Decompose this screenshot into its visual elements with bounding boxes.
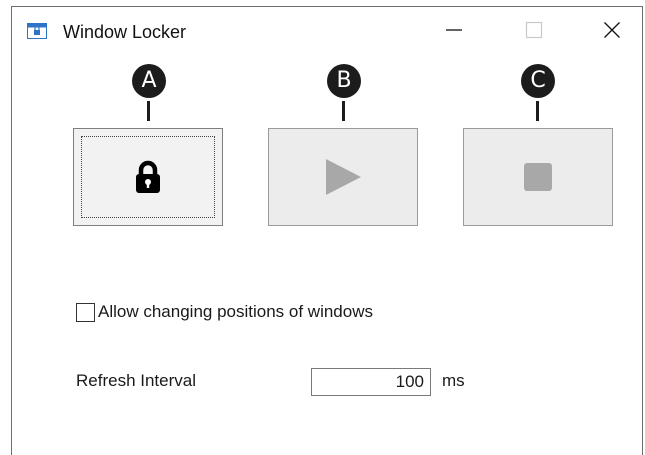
callout-badge-b: B [327,64,361,98]
close-icon [604,22,620,38]
callout-line-c [536,101,539,121]
play-icon [326,159,361,195]
focus-rectangle [81,136,215,218]
play-button[interactable] [268,128,418,226]
window-app-icon [27,23,47,39]
allow-positions-option[interactable]: Allow changing positions of windows [76,300,373,324]
stop-icon [524,163,552,191]
close-button[interactable] [584,7,640,53]
refresh-interval-input[interactable]: 100 [311,368,431,396]
lock-button[interactable] [73,128,223,226]
callout-badge-c: C [521,64,555,98]
allow-positions-checkbox[interactable] [76,302,95,322]
refresh-interval-unit: ms [442,371,465,390]
allow-positions-label: Allow changing positions of windows [98,302,373,321]
stop-button[interactable] [463,128,613,226]
title-bar[interactable]: Window Locker [12,7,642,55]
minimize-icon [446,29,462,31]
window-title: Window Locker [63,22,187,42]
callout-line-a [147,101,150,121]
maximize-icon [525,21,543,39]
minimize-button[interactable] [426,7,482,53]
callout-line-b [342,101,345,121]
window-locker-window: Window Locker A B C Allow changing posit… [11,6,643,455]
refresh-interval-label: Refresh Interval [76,371,196,390]
callout-badge-a: A [132,64,166,98]
maximize-button [506,7,562,53]
